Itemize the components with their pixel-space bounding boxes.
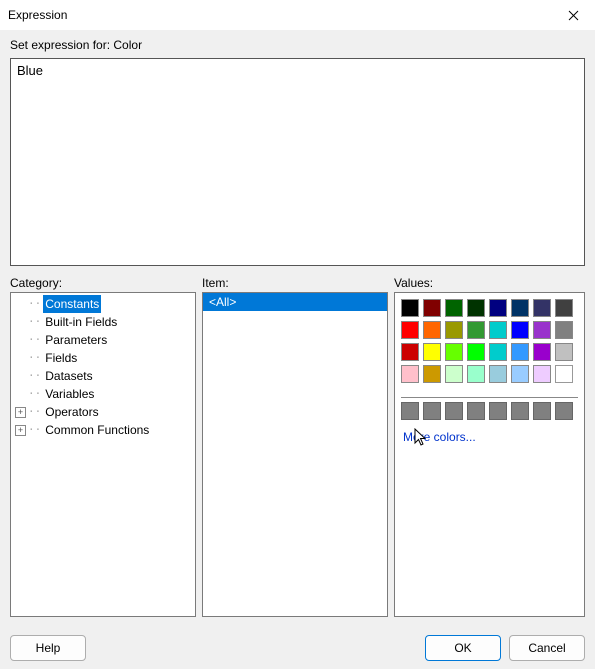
custom-color-swatch[interactable] xyxy=(467,402,485,420)
color-swatch[interactable] xyxy=(423,343,441,361)
custom-color-swatch[interactable] xyxy=(555,402,573,420)
values-box: More colors... xyxy=(394,292,585,617)
category-panel: Category: ··Constants··Built-in Fields··… xyxy=(10,276,196,617)
color-swatch[interactable] xyxy=(533,299,551,317)
tree-item-variables[interactable]: ··Variables xyxy=(11,385,195,403)
color-swatch[interactable] xyxy=(401,321,419,339)
tree-item-label: Built-in Fields xyxy=(43,313,119,331)
values-label: Values: xyxy=(394,276,585,290)
color-swatch[interactable] xyxy=(555,299,573,317)
color-swatch[interactable] xyxy=(401,365,419,383)
cancel-button[interactable]: Cancel xyxy=(509,635,585,661)
category-tree[interactable]: ··Constants··Built-in Fields··Parameters… xyxy=(10,292,196,617)
swatch-separator xyxy=(401,397,578,398)
button-bar: Help OK Cancel xyxy=(0,627,595,669)
item-label: Item: xyxy=(202,276,388,290)
panels: Category: ··Constants··Built-in Fields··… xyxy=(10,276,585,617)
tree-item-label: Fields xyxy=(43,349,79,367)
color-swatch[interactable] xyxy=(533,321,551,339)
color-swatch[interactable] xyxy=(401,299,419,317)
tree-item-constants[interactable]: ··Constants xyxy=(11,295,195,313)
color-swatch[interactable] xyxy=(555,365,573,383)
color-swatch[interactable] xyxy=(511,299,529,317)
tree-item-label: Common Functions xyxy=(43,421,151,439)
color-swatch[interactable] xyxy=(533,365,551,383)
color-swatch[interactable] xyxy=(511,343,529,361)
tree-item-label: Operators xyxy=(43,403,100,421)
color-swatch[interactable] xyxy=(555,321,573,339)
close-button[interactable] xyxy=(559,3,587,27)
tree-item-built-in-fields[interactable]: ··Built-in Fields xyxy=(11,313,195,331)
values-panel: Values: More colors... xyxy=(394,276,585,617)
tree-item-datasets[interactable]: ··Datasets xyxy=(11,367,195,385)
custom-color-swatch[interactable] xyxy=(401,402,419,420)
expand-icon[interactable]: + xyxy=(15,407,26,418)
expression-input[interactable] xyxy=(10,58,585,266)
color-swatch[interactable] xyxy=(423,299,441,317)
close-icon xyxy=(568,10,579,21)
color-swatch[interactable] xyxy=(555,343,573,361)
custom-swatch-row xyxy=(395,402,584,424)
tree-item-parameters[interactable]: ··Parameters xyxy=(11,331,195,349)
tree-item-fields[interactable]: ··Fields xyxy=(11,349,195,367)
item-panel: Item: <All> xyxy=(202,276,388,617)
ok-button[interactable]: OK xyxy=(425,635,501,661)
item-list[interactable]: <All> xyxy=(202,292,388,617)
color-swatch[interactable] xyxy=(467,343,485,361)
expand-icon[interactable]: + xyxy=(15,425,26,436)
custom-color-swatch[interactable] xyxy=(445,402,463,420)
color-swatch[interactable] xyxy=(489,343,507,361)
color-swatch[interactable] xyxy=(511,321,529,339)
color-swatch[interactable] xyxy=(467,365,485,383)
custom-color-swatch[interactable] xyxy=(511,402,529,420)
tree-item-label: Variables xyxy=(43,385,96,403)
list-item[interactable]: <All> xyxy=(203,293,387,311)
color-swatch[interactable] xyxy=(445,299,463,317)
tree-item-label: Constants xyxy=(43,295,101,313)
tree-item-label: Parameters xyxy=(43,331,109,349)
category-label: Category: xyxy=(10,276,196,290)
help-button[interactable]: Help xyxy=(10,635,86,661)
color-swatch[interactable] xyxy=(445,321,463,339)
titlebar: Expression xyxy=(0,0,595,30)
set-expression-label: Set expression for: Color xyxy=(10,38,585,52)
content-area: Set expression for: Color Category: ··Co… xyxy=(0,30,595,627)
color-swatch[interactable] xyxy=(489,299,507,317)
color-swatch[interactable] xyxy=(489,321,507,339)
tree-item-common-functions[interactable]: +··Common Functions xyxy=(11,421,195,439)
tree-item-operators[interactable]: +··Operators xyxy=(11,403,195,421)
expression-dialog: Expression Set expression for: Color Cat… xyxy=(0,0,595,669)
color-swatch-grid xyxy=(395,293,584,393)
custom-color-swatch[interactable] xyxy=(489,402,507,420)
custom-color-swatch[interactable] xyxy=(423,402,441,420)
color-swatch[interactable] xyxy=(511,365,529,383)
color-swatch[interactable] xyxy=(445,365,463,383)
color-swatch[interactable] xyxy=(489,365,507,383)
color-swatch[interactable] xyxy=(423,365,441,383)
color-swatch[interactable] xyxy=(423,321,441,339)
window-title: Expression xyxy=(8,8,67,22)
color-swatch[interactable] xyxy=(467,321,485,339)
color-swatch[interactable] xyxy=(401,343,419,361)
tree-item-label: Datasets xyxy=(43,367,94,385)
color-swatch[interactable] xyxy=(533,343,551,361)
custom-color-swatch[interactable] xyxy=(533,402,551,420)
color-swatch[interactable] xyxy=(445,343,463,361)
color-swatch[interactable] xyxy=(467,299,485,317)
more-colors-link[interactable]: More colors... xyxy=(395,424,584,450)
